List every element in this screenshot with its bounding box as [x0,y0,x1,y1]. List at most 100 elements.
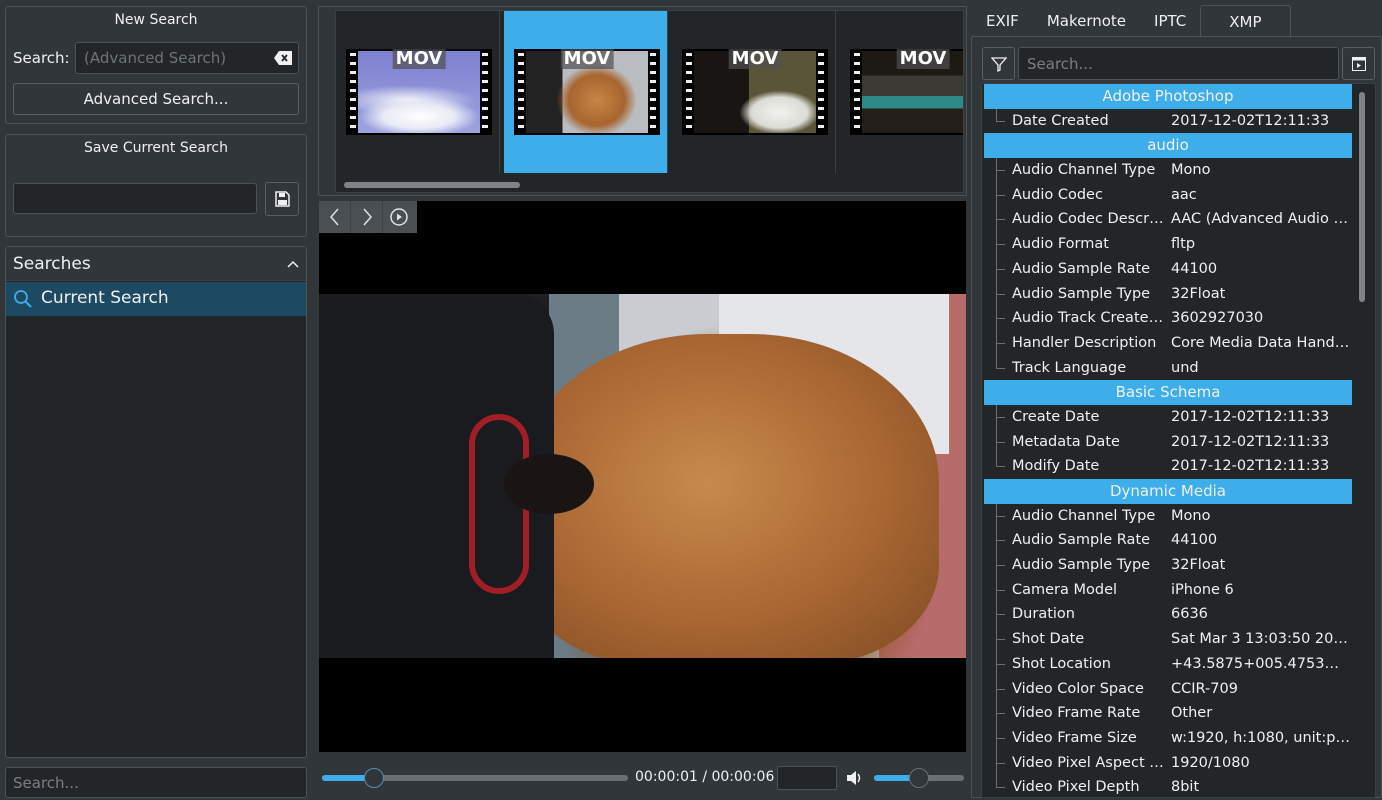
advanced-search-button[interactable]: Advanced Search... [13,83,299,115]
metadata-key: Track Language [1012,359,1127,376]
metadata-row[interactable]: Audio Sample Rate 44100 [984,528,1352,554]
filter-button[interactable] [982,47,1015,80]
thumbnail-item[interactable]: MOV [336,11,500,173]
metadata-value: CCIR-709 [1171,680,1238,697]
metadata-row[interactable]: Audio Format fltp [984,232,1352,257]
chevron-left-icon [329,208,339,226]
file-type-badge: MOV [896,49,950,69]
metadata-row[interactable]: Modify Date 2017-12-02T12:11:33 [984,454,1352,479]
tree-branch-line [996,256,1006,282]
metadata-group-header[interactable]: audio [984,133,1352,159]
metadata-value: iPhone 6 [1171,581,1234,598]
video-preview [319,201,966,752]
volume-slider-handle[interactable] [909,768,929,788]
volume-slider[interactable] [874,768,964,788]
next-button[interactable] [351,201,383,233]
tree-branch-line [996,775,1006,789]
metadata-value: 1920/1080 [1171,754,1250,771]
metadata-row[interactable]: Duration 6636 [984,602,1352,628]
playback-speed-input[interactable] [777,766,837,790]
metadata-row[interactable]: Video Pixel Depth 8bit [984,775,1352,797]
thumbnail-item-selected[interactable]: MOV [504,11,668,173]
metadata-key: Handler Description [1012,334,1157,351]
metadata-row[interactable]: Audio Track Create Date3602927030 [984,306,1352,331]
metadata-row[interactable]: Metadata Date 2017-12-02T12:11:33 [984,429,1352,455]
save-search-button[interactable] [265,182,299,216]
filter-searches-placeholder: Search... [13,774,79,792]
metadata-search-input[interactable]: Search... [1018,47,1339,80]
save-search-name-input[interactable] [13,183,257,214]
metadata-group-header[interactable]: Adobe Photoshop [984,84,1352,109]
seek-slider[interactable] [322,768,628,788]
play-circle-icon [390,208,408,226]
metadata-value: und [1171,359,1199,376]
metadata-row[interactable]: Shot Date Sat Mar 3 13:03:50 2018 [984,627,1352,652]
tree-branch-line [996,701,1006,726]
search-label: Search: [13,49,70,67]
tab-xmp[interactable]: XMP [1200,5,1291,37]
play-button[interactable] [383,201,415,233]
thumbnail-view: MOV MOV MOV MOV [335,10,964,193]
metadata-row[interactable]: Audio Codec DescriptionAAC (Advanced Aud… [984,207,1352,233]
save-icon [275,191,290,207]
metadata-value: Sat Mar 3 13:03:50 2018 [1171,631,1351,648]
searches-header[interactable]: Searches [6,247,306,281]
tree-branch-line [996,232,1006,257]
advanced-search-input[interactable]: (Advanced Search) [75,42,299,74]
metadata-value: 8bit [1171,779,1200,796]
metadata-row[interactable]: Date Created 2017-12-02T12:11:33 [984,108,1352,134]
thumbnail-item[interactable]: MOV [840,11,963,173]
metadata-value: 44100 [1171,260,1218,277]
view-mode-button[interactable] [1342,47,1375,80]
metadata-group-header[interactable]: Dynamic Media [984,479,1352,504]
metadata-key: Audio Track Create Date [1012,310,1167,327]
thumbnail-horizontal-scrollbar[interactable] [344,182,520,188]
metadata-row[interactable]: Video Pixel Aspect Ratio1920/1080 [984,750,1352,776]
advanced-search-placeholder: (Advanced Search) [84,49,227,67]
metadata-key: Metadata Date [1012,433,1120,450]
metadata-row[interactable]: Video Frame Rate Other [984,701,1352,726]
metadata-vertical-scrollbar[interactable] [1359,92,1365,302]
clear-icon[interactable] [274,51,292,65]
seek-slider-handle[interactable] [364,768,385,788]
metadata-row[interactable]: Audio Channel Type Mono [984,503,1352,529]
metadata-row[interactable]: Track Language und [984,355,1352,381]
tree-branch-line [996,553,1006,578]
metadata-row[interactable]: Camera Model iPhone 6 [984,577,1352,603]
metadata-value: Other [1171,705,1213,722]
metadata-key: Audio Codec Description [1012,211,1167,228]
metadata-key: Audio Channel Type [1012,162,1156,179]
metadata-tree: Adobe Photoshop Date Created 2017-12-02T12… [981,83,1376,798]
searches-list-item[interactable]: Current Search [6,282,306,316]
tab-exif[interactable]: EXIF [972,5,1033,37]
previous-button[interactable] [319,201,351,233]
metadata-key: Video Color Space [1012,680,1144,697]
filter-searches-input[interactable]: Search... [5,767,307,798]
tree-branch-line [996,306,1006,331]
metadata-row[interactable]: Audio Sample Type 32Float [984,553,1352,578]
metadata-key: Create Date [1012,408,1100,425]
thumbnail-item[interactable]: MOV [672,11,836,173]
metadata-row[interactable]: Video Color Space CCIR-709 [984,676,1352,702]
metadata-key: Audio Sample Rate [1012,260,1151,277]
metadata-row[interactable]: Create Date 2017-12-02T12:11:33 [984,404,1352,430]
metadata-value: 2017-12-02T12:11:33 [1171,433,1330,450]
metadata-row[interactable]: Audio Sample Rate 44100 [984,256,1352,282]
metadata-row[interactable]: Audio Codec aac [984,182,1352,208]
volume-icon[interactable] [846,769,864,787]
tab-makernote[interactable]: Makernote [1033,5,1140,37]
playback-controls: 00:00:01 / 00:00:06 [319,760,966,796]
tree-branch-line [996,528,1006,554]
metadata-row[interactable]: Audio Channel Type Mono [984,158,1352,183]
metadata-row[interactable]: Audio Sample Type 32Float [984,281,1352,307]
metadata-value: Mono [1171,162,1211,179]
metadata-key: Date Created [1012,112,1109,129]
video-frame[interactable] [319,294,966,658]
metadata-row[interactable]: Video Frame Size w:1920, h:1080, unit:pix… [984,725,1352,751]
metadata-key: Video Pixel Depth [1012,779,1140,796]
metadata-row[interactable]: Handler Description Core Media Data Handl… [984,330,1352,356]
tab-iptc[interactable]: IPTC [1140,5,1200,37]
chevron-up-icon[interactable] [286,257,300,271]
metadata-group-header[interactable]: Basic Schema [984,380,1352,405]
metadata-row[interactable]: Shot Location +43.5875+005.4753+3... [984,651,1352,677]
